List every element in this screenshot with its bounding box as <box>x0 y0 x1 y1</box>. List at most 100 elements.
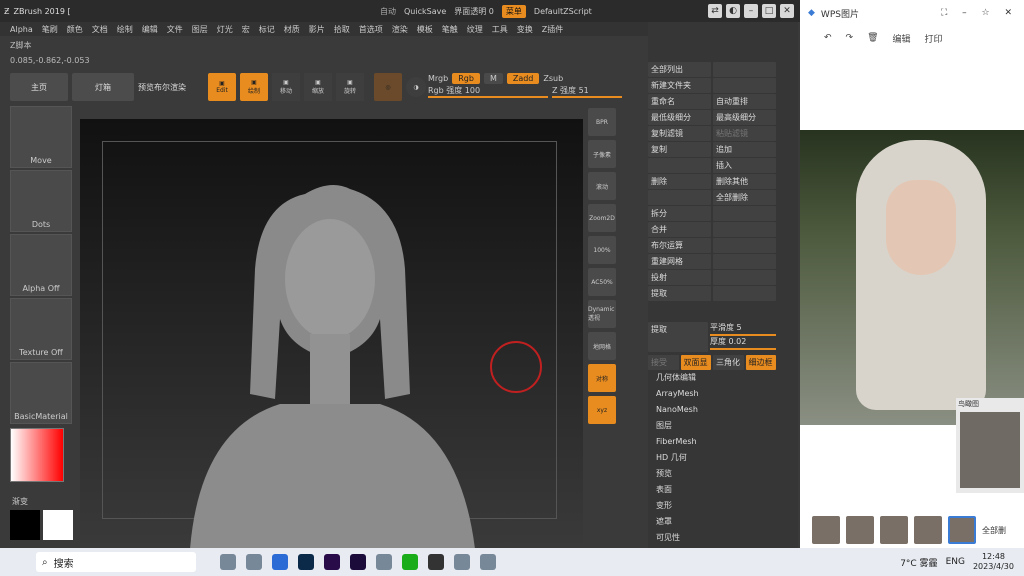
thickness-slider[interactable]: 厚度 0.02 <box>710 336 776 350</box>
panel-button[interactable]: 重建网格 <box>648 254 711 269</box>
shelf-button[interactable]: 滚动 <box>588 172 616 200</box>
material-sphere-icon[interactable]: ◑ <box>406 77 426 97</box>
menu-item[interactable]: 绘制 <box>117 24 133 35</box>
app-icon[interactable] <box>272 554 288 570</box>
shelf-button[interactable]: BPR <box>588 108 616 136</box>
panel-button[interactable] <box>713 62 776 77</box>
wechat-icon[interactable] <box>402 554 418 570</box>
accept-button[interactable]: 接受 <box>648 355 679 370</box>
panel-button[interactable]: 删除 <box>648 174 711 189</box>
ui-transparency-slider[interactable]: 界面透明 0 <box>454 6 494 17</box>
palette-item[interactable]: 图层 <box>656 418 796 434</box>
double-sided-toggle[interactable]: 双面显示 <box>680 355 711 382</box>
palette-item[interactable]: 预览 <box>656 466 796 482</box>
shelf-thumbnail[interactable]: Dots <box>10 170 72 232</box>
shelf-button[interactable]: AC50% <box>588 268 616 296</box>
panel-button[interactable] <box>713 206 776 221</box>
canvas-viewport[interactable] <box>80 119 583 549</box>
window-controls[interactable]: ⛶ – ☆ ✕ <box>941 8 1024 18</box>
default-zscript[interactable]: DefaultZScript <box>534 7 592 16</box>
menu-button[interactable]: 菜单 <box>501 4 526 18</box>
lightbox-button[interactable]: 灯箱 <box>72 73 134 101</box>
menu-item[interactable]: 工具 <box>492 24 508 35</box>
panel-button[interactable]: 投射 <box>648 270 711 285</box>
panel-button[interactable]: 新建文件夹 <box>648 78 711 93</box>
minimize-icon[interactable]: – <box>744 4 758 18</box>
panel-button[interactable]: 删除其他 <box>713 174 776 189</box>
m-toggle[interactable]: M <box>483 73 503 84</box>
panel-button[interactable]: 追加 <box>713 142 776 157</box>
palette-item[interactable]: HD 几何 <box>656 450 796 466</box>
tool-button[interactable]: ▣ Edit <box>208 73 236 101</box>
panel-button[interactable] <box>713 78 776 93</box>
preview-render-button[interactable]: 预览布尔渲染 <box>138 82 204 93</box>
menu-item[interactable]: 宏 <box>242 24 250 35</box>
thumbnail[interactable] <box>948 516 976 544</box>
app-icon[interactable] <box>454 554 470 570</box>
zscript-label[interactable]: Z脚本 <box>10 40 31 51</box>
secondary-color-swatch[interactable] <box>43 510 73 540</box>
thumbnail[interactable] <box>914 516 942 544</box>
mrgb-toggle[interactable]: Mrgb <box>428 74 448 83</box>
palette-item[interactable]: 可见性 <box>656 530 796 546</box>
close-icon[interactable]: ✕ <box>780 4 794 18</box>
shelf-button[interactable]: Zoom2D <box>588 204 616 232</box>
menu-item[interactable]: 拾取 <box>334 24 350 35</box>
maximize-icon[interactable]: □ <box>762 4 776 18</box>
app-icon[interactable] <box>246 554 262 570</box>
panel-button[interactable]: 提取 <box>648 286 711 301</box>
palette-item[interactable]: 几何体编辑 <box>656 370 796 386</box>
panel-button[interactable]: 合并 <box>648 222 711 237</box>
palette-item[interactable]: ArrayMesh <box>656 386 796 402</box>
taskbar-search[interactable]: ⌕ 搜索 <box>36 552 196 572</box>
panel-button[interactable] <box>648 190 711 205</box>
extract-button[interactable]: 提取 <box>648 322 708 352</box>
shelf-button[interactable]: 地网格 <box>588 332 616 360</box>
navigator-panel[interactable]: 鸟瞰图 <box>956 398 1024 493</box>
thumbnail[interactable] <box>846 516 874 544</box>
menu-item[interactable]: 渲染 <box>392 24 408 35</box>
premiere-icon[interactable] <box>324 554 340 570</box>
panel-button[interactable]: 最低级细分 <box>648 110 711 125</box>
rgb-toggle[interactable]: Rgb <box>452 73 480 84</box>
panel-button[interactable] <box>713 286 776 301</box>
gradient-label[interactable]: 渐变 <box>12 496 28 507</box>
thumbnail[interactable] <box>880 516 908 544</box>
menu-item[interactable]: 笔刷 <box>42 24 58 35</box>
palette-item[interactable]: 表面 <box>656 482 796 498</box>
panel-button[interactable]: 拆分 <box>648 206 711 221</box>
delete-icon[interactable]: 🗑 <box>867 33 878 43</box>
reference-photo[interactable] <box>800 130 1024 425</box>
panel-button[interactable]: 复制 <box>648 142 711 157</box>
shelf-button[interactable]: 对称 <box>588 364 616 392</box>
menu-item[interactable]: 标记 <box>259 24 275 35</box>
panel-button[interactable]: 布尔运算 <box>648 238 711 253</box>
shelf-thumbnail[interactable]: Texture Off <box>10 298 72 360</box>
shelf-thumbnail[interactable]: Alpha Off <box>10 234 72 296</box>
menu-item[interactable]: 图层 <box>192 24 208 35</box>
shelf-button[interactable]: 100% <box>588 236 616 264</box>
smooth-slider[interactable]: 平滑度 5 <box>710 322 776 336</box>
menu-item[interactable]: 影片 <box>309 24 325 35</box>
triangulate-toggle[interactable]: 三角化 <box>713 355 744 370</box>
menu-item[interactable]: 首选项 <box>359 24 383 35</box>
delete-all-button[interactable]: 全部删 <box>982 525 1006 536</box>
shelf-button[interactable]: xyz <box>588 396 616 424</box>
thin-border-toggle[interactable]: 细边框 <box>745 355 776 370</box>
panel-button[interactable] <box>713 270 776 285</box>
rotate-right-icon[interactable]: ↷ <box>846 33 854 43</box>
menu-item[interactable]: 笔触 <box>442 24 458 35</box>
shelf-thumbnail[interactable]: Move <box>10 106 72 168</box>
aftereffects-icon[interactable] <box>350 554 366 570</box>
tool-button[interactable]: ▣ 旋转 <box>336 73 364 101</box>
app-icon[interactable] <box>376 554 392 570</box>
shelf-button[interactable]: Dynamic 透视 <box>588 300 616 328</box>
menu-item[interactable]: 灯光 <box>217 24 233 35</box>
menu-item[interactable]: 变换 <box>517 24 533 35</box>
palette-item[interactable]: FiberMesh <box>656 434 796 450</box>
z-intensity-slider[interactable]: Z 强度 51 <box>552 85 622 98</box>
color-picker[interactable] <box>10 428 64 482</box>
menu-item[interactable]: 模板 <box>417 24 433 35</box>
main-color-swatch[interactable] <box>10 510 40 540</box>
panel-button[interactable]: 插入 <box>713 158 776 173</box>
